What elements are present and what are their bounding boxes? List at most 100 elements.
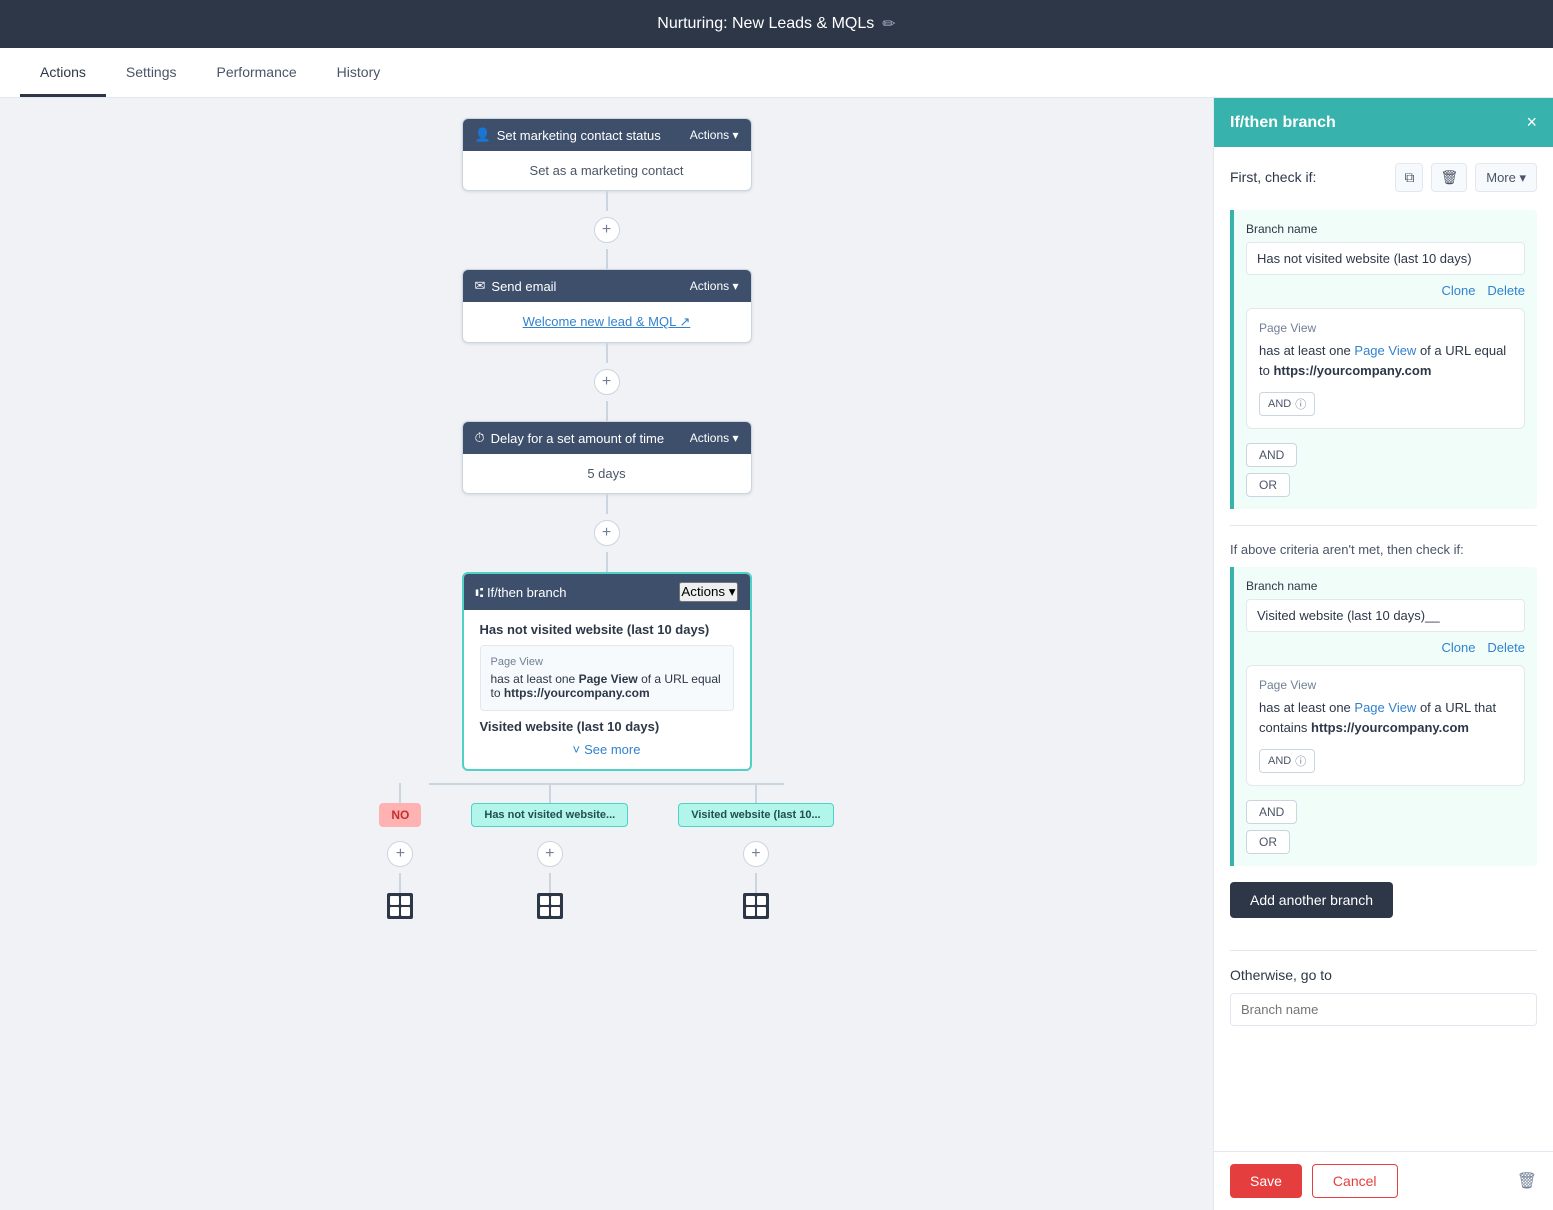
node-ifthen-title: If/then branch <box>487 585 567 600</box>
tab-performance[interactable]: Performance <box>197 50 317 97</box>
if-above-label: If above criteria aren't met, then check… <box>1230 542 1537 557</box>
otherwise-label: Otherwise, go to <box>1230 967 1537 983</box>
right-panel: If/then branch × First, check if: ⧉ 🗑 <box>1213 98 1553 1210</box>
branch2-actions: Clone Delete <box>1246 640 1525 655</box>
branch2-and-btn[interactable]: AND <box>1246 800 1297 824</box>
delete-branch-btn[interactable]: 🗑 <box>1517 1171 1537 1191</box>
branch1-or-btn[interactable]: OR <box>1246 473 1290 497</box>
section-divider-2 <box>1230 950 1537 951</box>
branch-visited-add[interactable]: + <box>743 841 769 867</box>
branch2-clone[interactable]: Clone <box>1441 640 1475 655</box>
first-check-section: First, check if: ⧉ 🗑 More ▾ <box>1230 163 1537 509</box>
copy-btn[interactable]: ⧉ <box>1395 163 1423 192</box>
connector-line-5 <box>606 494 608 514</box>
node-ifthen: ⑆ If/then branch Actions ▾ Has not visit… <box>462 572 752 771</box>
branch1-criteria-desc: has at least one Page View of a URL equa… <box>1259 341 1512 380</box>
branch-not-visited: Has not visited website... + <box>471 783 628 919</box>
cancel-button[interactable]: Cancel <box>1312 1164 1398 1198</box>
edit-title-icon[interactable]: ✏ <box>882 14 895 34</box>
branch2-delete[interactable]: Delete <box>1487 640 1525 655</box>
save-button[interactable]: Save <box>1230 1164 1302 1198</box>
branch2-name-input[interactable] <box>1246 599 1525 632</box>
footer-actions: Save Cancel <box>1230 1164 1398 1198</box>
branch1-name-label: Branch name <box>1246 222 1525 236</box>
otherwise-input[interactable] <box>1230 993 1537 1026</box>
trash-icon: 🗑 <box>1440 169 1458 185</box>
branch2-criteria-desc: has at least one Page View of a URL that… <box>1259 698 1512 737</box>
branch1-clone[interactable]: Clone <box>1441 283 1475 298</box>
panel-close-btn[interactable]: × <box>1526 112 1537 133</box>
node-send-email-title: Send email <box>491 279 556 294</box>
node-ifthen-actions[interactable]: Actions ▾ <box>679 582 737 602</box>
first-check-label: First, check if: <box>1230 169 1316 185</box>
branch1-name-input[interactable] <box>1246 242 1525 275</box>
node-delay: ⏱ Delay for a set amount of time Actions… <box>462 421 752 494</box>
email-link[interactable]: Welcome new lead & MQL ↗ <box>523 314 691 329</box>
add-step-btn-3[interactable]: + <box>594 520 620 546</box>
user-icon: 👤 <box>475 127 491 143</box>
info-icon[interactable]: ⓘ <box>1295 396 1306 412</box>
node-send-email-actions[interactable]: Actions ▾ <box>690 279 739 293</box>
more-btn[interactable]: More ▾ <box>1475 163 1537 192</box>
node-set-marketing: 👤 Set marketing contact status Actions ▾… <box>462 118 752 191</box>
node-delay-actions[interactable]: Actions ▾ <box>690 431 739 445</box>
branch-no-label: NO <box>379 803 421 827</box>
topbar-title: Nurturing: New Leads & MQLs ✏ <box>657 14 895 34</box>
node-delay-title: Delay for a set amount of time <box>491 431 664 446</box>
branch1-delete[interactable]: Delete <box>1487 283 1525 298</box>
branch-visited-label: Visited website (last 10... <box>678 803 833 827</box>
branch2-criteria-box: Page View has at least one Page View of … <box>1246 665 1525 786</box>
add-step-btn-2[interactable]: + <box>594 369 620 395</box>
ifthen-criteria-box: Page View has at least one Page View of … <box>480 645 734 711</box>
branch-not-visited-label: Has not visited website... <box>471 803 628 827</box>
branch-not-visited-add[interactable]: + <box>537 841 563 867</box>
branch1-criteria-box: Page View has at least one Page View of … <box>1246 308 1525 429</box>
branch2-panel: Branch name Clone Delete Page View has a… <box>1230 567 1537 866</box>
ifthen-branch2-title: Visited website (last 10 days) <box>480 719 734 734</box>
see-more-btn[interactable]: ˅ See more <box>480 742 734 757</box>
branch1-and-btn[interactable]: AND <box>1246 443 1297 467</box>
branch1-and-tag[interactable]: AND ⓘ <box>1259 392 1315 416</box>
branch-area: NO + Has not visited website... + <box>379 783 833 919</box>
branch2-name-label: Branch name <box>1246 579 1525 593</box>
branch-no: NO + <box>379 783 421 919</box>
connector-line-6 <box>606 552 608 572</box>
workflow-nodes: 👤 Set marketing contact status Actions ▾… <box>297 118 917 919</box>
ifthen-branch1-title: Has not visited website (last 10 days) <box>480 622 734 637</box>
info-icon-2[interactable]: ⓘ <box>1295 753 1306 769</box>
connector-line-3 <box>606 343 608 363</box>
branch1-panel: Branch name Clone Delete Page View has a… <box>1230 210 1537 509</box>
add-step-btn-1[interactable]: + <box>594 217 620 243</box>
main-layout: 👤 Set marketing contact status Actions ▾… <box>0 98 1553 1210</box>
panel-title: If/then branch <box>1230 114 1336 132</box>
panel-body: First, check if: ⧉ 🗑 More ▾ <box>1214 147 1553 1151</box>
branch-not-visited-end <box>537 893 563 919</box>
delay-icon: ⏱ <box>475 430 485 446</box>
node-set-marketing-actions[interactable]: Actions ▾ <box>690 128 739 142</box>
criteria-type-label: Page View <box>491 656 723 668</box>
branch2-pageview-link[interactable]: Page View <box>1354 700 1416 715</box>
trash-btn-toolbar[interactable]: 🗑 <box>1431 163 1467 192</box>
tab-settings[interactable]: Settings <box>106 50 197 97</box>
ifthen-icon: ⑆ <box>476 585 484 600</box>
add-branch-btn[interactable]: Add another branch <box>1230 882 1393 918</box>
branch1-pageview-link[interactable]: Page View <box>1354 343 1416 358</box>
panel-toolbar: ⧉ 🗑 More ▾ <box>1395 163 1537 192</box>
branch2-and-tag[interactable]: AND ⓘ <box>1259 749 1315 773</box>
tab-actions[interactable]: Actions <box>20 50 106 97</box>
node-set-marketing-title: Set marketing contact status <box>497 128 661 143</box>
branch2-or-btn[interactable]: OR <box>1246 830 1290 854</box>
node-delay-body: 5 days <box>463 454 751 493</box>
otherwise-section: Otherwise, go to <box>1230 950 1537 1034</box>
connector-line-1 <box>606 191 608 211</box>
branch-no-end <box>387 893 413 919</box>
connector-line-2 <box>606 249 608 269</box>
node-set-marketing-body: Set as a marketing contact <box>463 151 751 190</box>
node-delay-header: ⏱ Delay for a set amount of time Actions… <box>463 422 751 454</box>
branch-visited-end <box>743 893 769 919</box>
email-icon: ✉ <box>475 278 486 294</box>
branch-no-add[interactable]: + <box>387 841 413 867</box>
delete-icon: 🗑 <box>1517 1173 1537 1190</box>
tab-history[interactable]: History <box>317 50 401 97</box>
branch2-criteria-type: Page View <box>1259 678 1512 692</box>
